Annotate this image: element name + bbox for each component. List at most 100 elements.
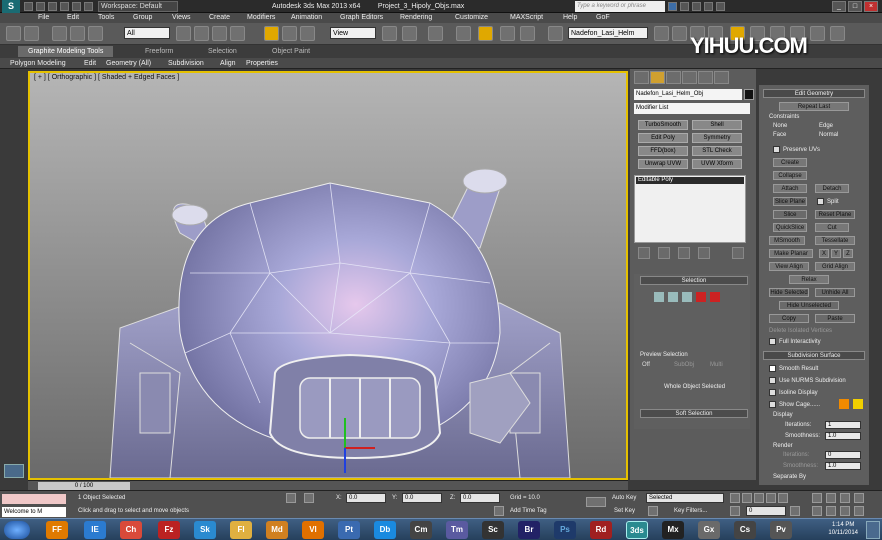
undo-icon[interactable]	[60, 2, 69, 11]
keyboard-shortcut-toggle-icon[interactable]	[428, 26, 443, 41]
welcome-field[interactable]: Welcome to M	[2, 507, 66, 517]
make-unique-icon[interactable]	[678, 247, 690, 259]
modifier-list-dropdown[interactable]: Modifier List	[634, 103, 750, 114]
edit-geometry-header[interactable]: Edit Geometry	[763, 89, 865, 98]
align-icon[interactable]	[672, 26, 687, 41]
menu-views[interactable]: Views	[172, 13, 191, 23]
key-filters-button[interactable]: Key Filters...	[674, 506, 707, 516]
hide-unselected-button[interactable]: Hide Unselected	[779, 301, 839, 310]
absolute-mode-icon[interactable]	[304, 493, 314, 503]
close-button[interactable]: ×	[864, 1, 878, 12]
polygon-mode-icon[interactable]	[696, 292, 706, 302]
create-button[interactable]: Create	[773, 158, 807, 167]
previous-frame-icon[interactable]	[742, 493, 752, 503]
menu-create[interactable]: Create	[209, 13, 230, 23]
help-icon[interactable]	[716, 2, 725, 11]
favorites-star-icon[interactable]	[704, 2, 713, 11]
edge-mode-icon[interactable]	[668, 292, 678, 302]
copy-button[interactable]: Copy	[769, 314, 809, 323]
quickslice-button[interactable]: QuickSlice	[773, 223, 807, 232]
element-mode-icon[interactable]	[710, 292, 720, 302]
modifier-button-ffd[interactable]: FFD(box)	[638, 146, 688, 156]
spinner-snap-icon[interactable]	[520, 26, 535, 41]
panel-geometry[interactable]: Geometry (All)	[106, 58, 151, 69]
display-tab-icon[interactable]	[698, 71, 713, 84]
auto-key-button[interactable]: Auto Key	[612, 493, 636, 503]
modifier-button-turbosmooth[interactable]: TurboSmooth	[638, 120, 688, 130]
modify-tab-icon[interactable]	[650, 71, 665, 84]
photoshop-taskbar-icon[interactable]: Ps	[554, 521, 576, 539]
gx-taskbar-icon[interactable]: Gx	[698, 521, 720, 539]
constraint-edge-radio[interactable]: Edge	[819, 122, 833, 130]
3dsmax-taskbar-icon[interactable]: 3ds	[626, 521, 648, 539]
menu-customize[interactable]: Customize	[455, 13, 488, 23]
cut-button[interactable]: Cut	[815, 223, 849, 232]
helmet-model[interactable]	[30, 73, 626, 478]
field-of-view-icon[interactable]	[812, 506, 822, 516]
next-frame-icon[interactable]	[766, 493, 776, 503]
firefox-taskbar-icon[interactable]: FF	[46, 521, 68, 539]
paint-taskbar-icon[interactable]: Pt	[338, 521, 360, 539]
tab-freeform[interactable]: Freeform	[145, 46, 173, 57]
preserve-uvs-checkbox[interactable]	[773, 146, 780, 153]
constraint-none-radio[interactable]: None	[773, 122, 787, 130]
iterations-spinner[interactable]: 1	[825, 421, 861, 429]
key-mode-dropdown[interactable]: Selected	[646, 493, 724, 503]
preview-taskbar-icon[interactable]: Pv	[770, 521, 792, 539]
stack-item-editable-poly[interactable]: Editable Poly	[636, 177, 744, 184]
select-by-name-icon[interactable]	[194, 26, 209, 41]
select-move-icon[interactable]	[264, 26, 279, 41]
hierarchy-tab-icon[interactable]	[666, 71, 681, 84]
vertex-mode-icon[interactable]	[654, 292, 664, 302]
chrome-taskbar-icon[interactable]: Ch	[120, 521, 142, 539]
rectangular-selection-icon[interactable]	[212, 26, 227, 41]
repeat-last-button[interactable]: Repeat Last	[779, 102, 849, 111]
mudbox-taskbar-icon[interactable]: Mx	[662, 521, 684, 539]
object-name-field[interactable]: Nadefon_Lasi_Helm_Obj	[634, 89, 742, 100]
modifier-button-edit-poly[interactable]: Edit Poly	[638, 133, 688, 143]
delete-isolated-label[interactable]: Delete Isolated Vertices	[769, 327, 832, 335]
planar-x-button[interactable]: X	[819, 249, 829, 258]
show-desktop-button[interactable]	[866, 521, 880, 539]
add-time-tag-text[interactable]: Add Time Tag	[510, 506, 547, 516]
utilities-tab-icon[interactable]	[714, 71, 729, 84]
render-production-icon[interactable]	[830, 26, 845, 41]
orbit-icon[interactable]	[840, 506, 850, 516]
menu-gof[interactable]: GoF	[596, 13, 610, 23]
goto-end-icon[interactable]	[778, 493, 788, 503]
render-smoothness-spinner[interactable]: 1.0	[825, 462, 861, 470]
slice-button[interactable]: Slice	[773, 210, 807, 219]
maximize-button[interactable]: □	[848, 1, 862, 12]
time-tag-icon[interactable]	[494, 506, 504, 516]
make-planar-button[interactable]: Make Planar	[769, 249, 813, 258]
pan-view-icon[interactable]	[826, 506, 836, 516]
redo-icon[interactable]	[72, 2, 81, 11]
pivot-center-icon[interactable]	[382, 26, 397, 41]
bind-spacewarp-icon[interactable]	[88, 26, 103, 41]
menu-edit[interactable]: Edit	[67, 13, 79, 23]
tab-selection[interactable]: Selection	[208, 46, 237, 57]
collapse-button[interactable]: Collapse	[773, 171, 807, 180]
folder-taskbar-icon[interactable]: Fl	[230, 521, 252, 539]
panel-align[interactable]: Align	[220, 58, 236, 69]
border-mode-icon[interactable]	[682, 292, 692, 302]
menu-help[interactable]: Help	[563, 13, 577, 23]
key-icon[interactable]	[648, 506, 658, 516]
reset-plane-button[interactable]: Reset Plane	[815, 210, 855, 219]
current-frame-field[interactable]: 0	[746, 506, 786, 516]
grid-align-button[interactable]: Grid Align	[815, 262, 855, 271]
time-slider[interactable]: 0 / 100	[28, 480, 628, 490]
view-align-button[interactable]: View Align	[769, 262, 809, 271]
panel-edit[interactable]: Edit	[84, 58, 96, 69]
object-color-swatch[interactable]	[744, 89, 754, 100]
panel-subdivision[interactable]: Subdivision	[168, 58, 204, 69]
msmooth-button[interactable]: MSmooth	[769, 236, 805, 245]
preview-multi-radio[interactable]: Multi	[710, 362, 723, 368]
full-interactivity-checkbox[interactable]	[769, 338, 776, 345]
detach-button[interactable]: Detach	[815, 184, 849, 193]
paste-button[interactable]: Paste	[815, 314, 855, 323]
cage-color-swatch-2[interactable]	[853, 399, 863, 409]
smoothness-spinner[interactable]: 1.0	[825, 432, 861, 440]
ie-taskbar-icon[interactable]: IE	[84, 521, 106, 539]
menu-modifiers[interactable]: Modifiers	[247, 13, 275, 23]
